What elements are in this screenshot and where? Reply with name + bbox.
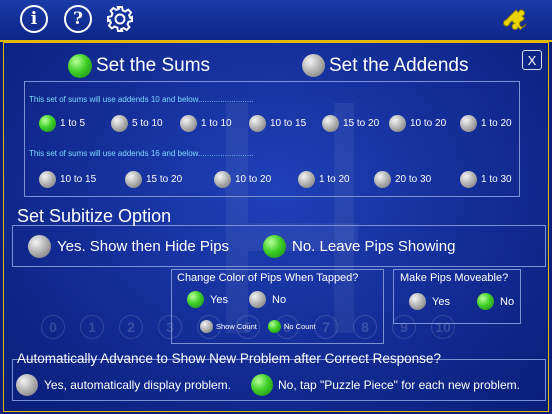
change-color-yes-option[interactable]: Yes [187, 291, 228, 308]
show-count-option[interactable]: Show Count [200, 320, 257, 333]
addends-16-range-label: 1 to 20 [319, 174, 350, 185]
set-sums-option[interactable]: Set the Sums [68, 54, 210, 78]
addends-16-range-label: 20 to 30 [395, 174, 432, 185]
addends-16-range-label: 1 to 30 [481, 174, 512, 185]
background-number: 0 [41, 315, 65, 339]
show-then-hide-option[interactable]: Yes. Show then Hide Pips [28, 235, 229, 258]
addends-10-range-radio[interactable] [322, 115, 339, 132]
addends-10-range-option[interactable]: 1 to 20 [460, 115, 512, 132]
addends-10-range-label: 15 to 20 [343, 118, 380, 129]
addends-10-range-option[interactable]: 1 to 10 [180, 115, 232, 132]
no-count-option[interactable]: No Count [268, 320, 316, 333]
addends-10-range-label: 1 to 20 [481, 118, 512, 129]
auto-advance-yes-option[interactable]: Yes, automatically display problem. [16, 374, 231, 396]
change-color-no-label: No [272, 293, 287, 306]
set-addends-option[interactable]: Set the Addends [302, 54, 468, 77]
auto-advance-no-radio[interactable] [251, 374, 273, 396]
advance-title: Automatically Advance to Show New Proble… [17, 351, 441, 366]
settings-panel: 012345678910 X Set the Sums Set the Adde… [3, 42, 549, 412]
addends-16-range-label: 15 to 20 [146, 174, 183, 185]
help-icon: ? [73, 9, 83, 29]
change-color-yes-label: Yes [210, 293, 228, 306]
addends-10-range-radio[interactable] [39, 115, 56, 132]
moveable-no-label: No [500, 295, 515, 308]
addends-16-range-label: 10 to 20 [235, 174, 272, 185]
set-addends-radio[interactable] [302, 54, 325, 77]
addends-10-range-label: 5 to 10 [132, 118, 163, 129]
background-number: 2 [119, 315, 143, 339]
addends-16-range-option[interactable]: 1 to 30 [460, 171, 512, 188]
addends-16-range-option[interactable]: 15 to 20 [125, 171, 182, 188]
addends-10-range-radio[interactable] [460, 115, 477, 132]
addends-16-range-radio[interactable] [460, 171, 477, 188]
change-color-no-radio[interactable] [249, 291, 266, 308]
show-then-hide-radio[interactable] [28, 235, 51, 258]
addends-16-range-radio[interactable] [298, 171, 315, 188]
no-count-label: No Count [284, 322, 316, 331]
moveable-no-radio[interactable] [477, 293, 494, 310]
info-button[interactable]: i [20, 5, 48, 33]
leave-pips-label: No. Leave Pips Showing [292, 238, 456, 255]
addends-16-range-option[interactable]: 1 to 20 [298, 171, 350, 188]
addends-16-range-option[interactable]: 20 to 30 [374, 171, 431, 188]
moveable-no-option[interactable]: No [477, 293, 514, 310]
sum-ranges-group: This set of sums will use addends 10 and… [24, 81, 520, 197]
gear-icon [107, 6, 133, 32]
addends-10-range-option[interactable]: 10 to 15 [249, 115, 306, 132]
moveable-yes-option[interactable]: Yes [409, 293, 450, 310]
subitize-title: Set Subitize Option [17, 206, 172, 226]
close-button[interactable]: X [522, 50, 542, 70]
show-count-label: Show Count [216, 322, 257, 331]
addends-10-range-radio[interactable] [180, 115, 197, 132]
show-then-hide-label: Yes. Show then Hide Pips [57, 238, 230, 255]
addends-16-range-label: 10 to 15 [60, 174, 97, 185]
addends-10-range-option[interactable]: 1 to 5 [39, 115, 85, 132]
puzzle-piece-icon [503, 9, 527, 31]
addends-10-range-radio[interactable] [111, 115, 128, 132]
addends-10-range-option[interactable]: 10 to 20 [389, 115, 446, 132]
addends-16-range-option[interactable]: 10 to 15 [39, 171, 96, 188]
change-color-no-option[interactable]: No [249, 291, 286, 308]
leave-pips-radio[interactable] [263, 235, 286, 258]
new-problem-button[interactable] [503, 4, 533, 34]
addends-10-range-label: 1 to 5 [60, 118, 86, 129]
auto-advance-no-option[interactable]: No, tap "Puzzle Piece" for each new prob… [251, 374, 520, 396]
addends-16-range-radio[interactable] [374, 171, 391, 188]
change-color-title: Change Color of Pips When Tapped? [177, 272, 359, 284]
auto-advance-no-label: No, tap "Puzzle Piece" for each new prob… [278, 378, 520, 392]
info-icon: i [30, 9, 38, 29]
set-addends-label: Set the Addends [329, 54, 469, 76]
addends-10-range-radio[interactable] [389, 115, 406, 132]
show-count-radio[interactable] [200, 320, 213, 333]
leave-pips-option[interactable]: No. Leave Pips Showing [263, 235, 455, 258]
addends-10-range-radio[interactable] [249, 115, 266, 132]
set-sums-label: Set the Sums [96, 55, 211, 76]
set-sums-radio[interactable] [68, 54, 92, 78]
change-color-yes-radio[interactable] [187, 291, 204, 308]
addends-16-range-option[interactable]: 10 to 20 [214, 171, 271, 188]
help-button[interactable]: ? [64, 5, 92, 33]
moveable-yes-label: Yes [432, 295, 450, 308]
addends-16-note: This set of sums will use addends 16 and… [29, 149, 254, 158]
moveable-title: Make Pips Moveable? [400, 272, 509, 284]
addends-16-range-radio[interactable] [125, 171, 142, 188]
settings-button[interactable] [106, 5, 134, 33]
top-toolbar: i ? [0, 0, 552, 42]
addends-10-range-label: 10 to 15 [270, 118, 307, 129]
addends-10-note: This set of sums will use addends 10 and… [29, 95, 254, 104]
close-icon: X [527, 52, 537, 68]
auto-advance-yes-label: Yes, automatically display problem. [44, 378, 231, 392]
addends-10-range-option[interactable]: 15 to 20 [322, 115, 379, 132]
addends-10-range-label: 10 to 20 [410, 118, 447, 129]
addends-16-range-radio[interactable] [214, 171, 231, 188]
addends-16-range-radio[interactable] [39, 171, 56, 188]
no-count-radio[interactable] [268, 320, 281, 333]
addends-10-range-option[interactable]: 5 to 10 [111, 115, 163, 132]
addends-10-range-label: 1 to 10 [201, 118, 232, 129]
background-number: 1 [80, 315, 104, 339]
moveable-yes-radio[interactable] [409, 293, 426, 310]
auto-advance-yes-radio[interactable] [16, 374, 38, 396]
